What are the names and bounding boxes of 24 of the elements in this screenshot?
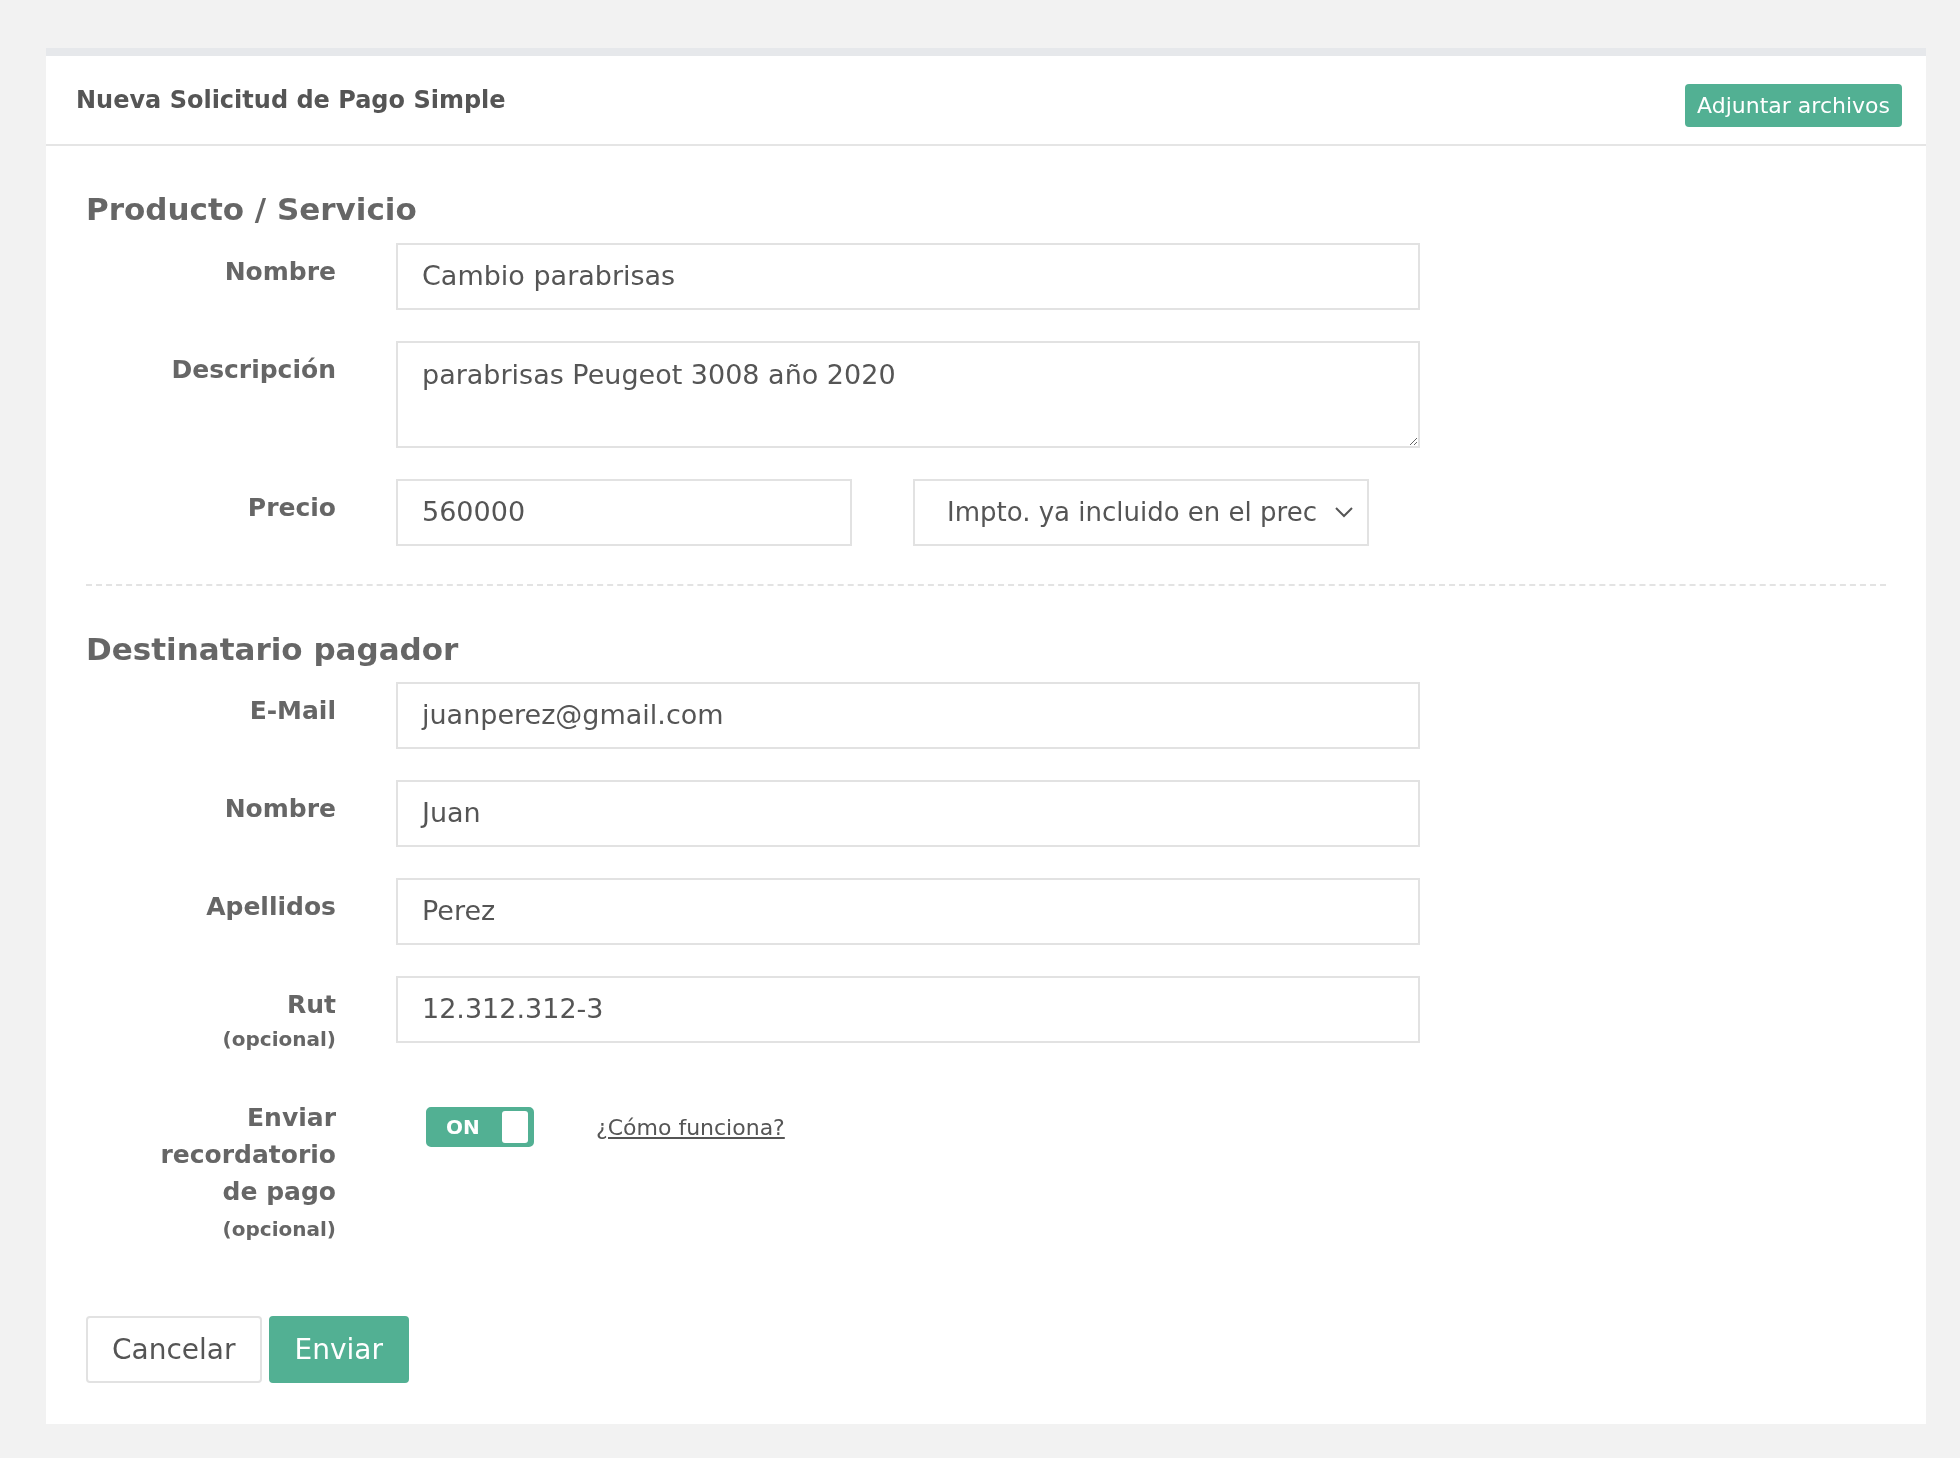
field-label: E-Mail <box>249 696 336 726</box>
text-input[interactable]: juanperez@gmail.com <box>396 682 1420 749</box>
optional-note: (opcional) <box>222 1026 336 1053</box>
tax-select[interactable]: Impto. ya incluido en el prec <box>913 478 1369 546</box>
field-label: Rut <box>287 990 336 1020</box>
how-it-works-link[interactable]: ¿Cómo funciona? <box>596 1111 785 1144</box>
section-heading: Producto / Servicio <box>86 190 418 229</box>
page-title: Nueva Solicitud de Pago Simple <box>76 85 506 116</box>
field-label: Apellidos <box>206 892 336 922</box>
text-input[interactable]: Juan <box>396 780 1420 847</box>
text-input[interactable]: 12.312.312-3 <box>396 976 1420 1043</box>
field-label: Enviar recordatorio de pago <box>160 1102 336 1208</box>
text-input[interactable]: Perez <box>396 878 1420 945</box>
section-heading: Destinatario pagador <box>86 629 460 669</box>
cancel-button[interactable]: Cancelar <box>86 1316 262 1383</box>
price-input[interactable]: 560000 <box>396 478 852 546</box>
field-label: Descripción <box>171 354 336 385</box>
field-label: Nombre <box>224 256 336 287</box>
field-label: Precio <box>247 492 336 523</box>
field-label: Nombre <box>224 794 336 824</box>
text-input[interactable]: Cambio parabrisas <box>396 242 1420 310</box>
optional-note: (opcional) <box>222 1216 336 1243</box>
chevron-down-icon <box>1335 506 1353 518</box>
description-textarea[interactable]: parabrisas Peugeot 3008 año 2020 <box>396 340 1420 448</box>
